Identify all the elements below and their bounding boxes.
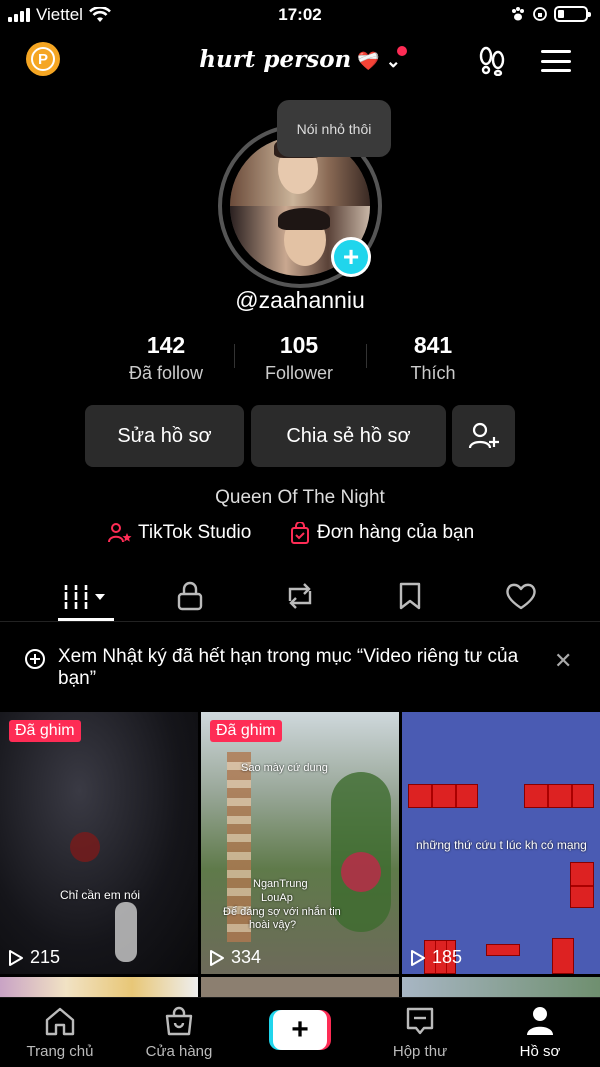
- bio-text: Queen Of The Night: [215, 487, 385, 508]
- nav-profile[interactable]: Hồ sơ: [485, 1006, 595, 1060]
- orders-label: Đơn hàng của bạn: [317, 522, 475, 543]
- grid-icon: [64, 585, 105, 609]
- view-count: 185: [410, 947, 462, 968]
- rotation-lock-icon: [533, 7, 547, 21]
- active-tab-indicator: [58, 618, 114, 621]
- studio-user-star-icon: [108, 523, 132, 543]
- add-story-button[interactable]: +: [331, 237, 371, 277]
- add-user-icon: [468, 422, 499, 449]
- play-icon: [411, 949, 425, 966]
- note-bubble[interactable]: Nói nhỏ thôi: [277, 100, 391, 157]
- heart-icon: ❤️‍🩹: [357, 50, 380, 72]
- view-count: 334: [209, 947, 261, 968]
- heart-outline-icon: [506, 583, 536, 610]
- home-icon: [45, 1007, 75, 1036]
- close-icon[interactable]: ✕: [554, 648, 572, 674]
- notification-dot: [397, 46, 407, 56]
- video-caption: những thứ cứu t lúc kh có mạng: [416, 838, 587, 852]
- inbox-icon: [406, 1007, 434, 1035]
- profile-header: P hurt person ❤️‍🩹 ⌄: [0, 38, 600, 84]
- play-icon: [9, 949, 23, 966]
- paw-icon: [512, 7, 524, 21]
- account-title: hurt person: [199, 46, 352, 73]
- video-thumbnail[interactable]: Đã ghim Sao mày cứ dung NganTrung LouAp …: [201, 712, 399, 974]
- pinned-badge: Đã ghim: [9, 720, 81, 742]
- stat-following[interactable]: 142 Đã follow: [96, 332, 236, 384]
- video-caption: Chỉ cần em nói: [60, 888, 141, 902]
- hamburger-menu-icon[interactable]: [541, 50, 571, 72]
- share-profile-button[interactable]: Chia sẻ hồ sơ: [251, 405, 446, 467]
- content-tabs: [0, 570, 600, 622]
- nav-shop[interactable]: Cửa hàng: [124, 1006, 234, 1060]
- expired-diary-banner[interactable]: Xem Nhật ký đã hết hạn trong mục “Video …: [0, 634, 600, 700]
- shopping-bag-icon: [291, 522, 309, 544]
- video-caption-line: Sao mày cứ dung: [241, 762, 328, 774]
- bottom-nav: Trang chủ Cửa hàng + Hộp thư Hồ sơ: [0, 997, 600, 1067]
- view-count: 215: [8, 947, 60, 968]
- orders-link[interactable]: Đơn hàng của bạn: [289, 522, 474, 544]
- repost-icon: [288, 583, 312, 609]
- video-thumbnail[interactable]: những thứ cứu t lúc kh có mạng 185: [402, 712, 600, 974]
- nav-inbox[interactable]: Hộp thư: [365, 1006, 475, 1060]
- video-caption-line: Để đáng sợ với nhắn tin: [223, 906, 341, 918]
- profile-icon: [527, 1007, 553, 1035]
- status-bar: Viettel 17:02: [0, 0, 600, 32]
- create-video-button[interactable]: +: [269, 1010, 331, 1050]
- video-grid: Đã ghim Chỉ cần em nói 215 Đã ghim Sao m…: [0, 712, 600, 1002]
- plus-icon: +: [273, 1010, 327, 1050]
- footprints-icon[interactable]: [476, 46, 508, 76]
- tab-private[interactable]: [160, 576, 220, 616]
- video-caption-line: NganTrung: [253, 878, 308, 890]
- stat-likes[interactable]: 841 Thích: [363, 332, 503, 384]
- battery-icon: [554, 6, 591, 22]
- banner-text: Xem Nhật ký đã hết hạn trong mục “Video …: [58, 646, 519, 689]
- stats-row: 142 Đã follow 105 Follower 841 Thích: [0, 332, 600, 386]
- stat-followers[interactable]: 105 Follower: [229, 332, 369, 384]
- add-friend-button[interactable]: [452, 405, 515, 467]
- edit-profile-button[interactable]: Sửa hồ sơ: [85, 405, 244, 467]
- tab-liked[interactable]: [491, 576, 551, 616]
- bookmark-icon: [399, 582, 421, 610]
- video-thumbnail[interactable]: Đã ghim Chỉ cần em nói 215: [0, 712, 198, 974]
- tab-reposts[interactable]: [270, 576, 330, 616]
- pinned-badge: Đã ghim: [210, 720, 282, 742]
- tiktok-studio-label: TikTok Studio: [138, 522, 252, 543]
- tab-favorites[interactable]: [380, 576, 440, 616]
- shopping-bag-icon: [165, 1006, 193, 1036]
- play-icon: [210, 949, 224, 966]
- add-circle-icon: [25, 649, 45, 669]
- account-switcher[interactable]: hurt person ❤️‍🩹 ⌄: [0, 46, 600, 73]
- video-caption-line: hoài vậy?: [249, 919, 297, 931]
- nav-home[interactable]: Trang chủ: [5, 1006, 115, 1060]
- video-caption-line: LouAp: [261, 892, 293, 904]
- lock-icon: [177, 581, 203, 611]
- tiktok-studio-link[interactable]: TikTok Studio: [108, 522, 251, 544]
- username-handle: @zaahanniu: [235, 287, 365, 313]
- tab-videos[interactable]: [56, 576, 116, 616]
